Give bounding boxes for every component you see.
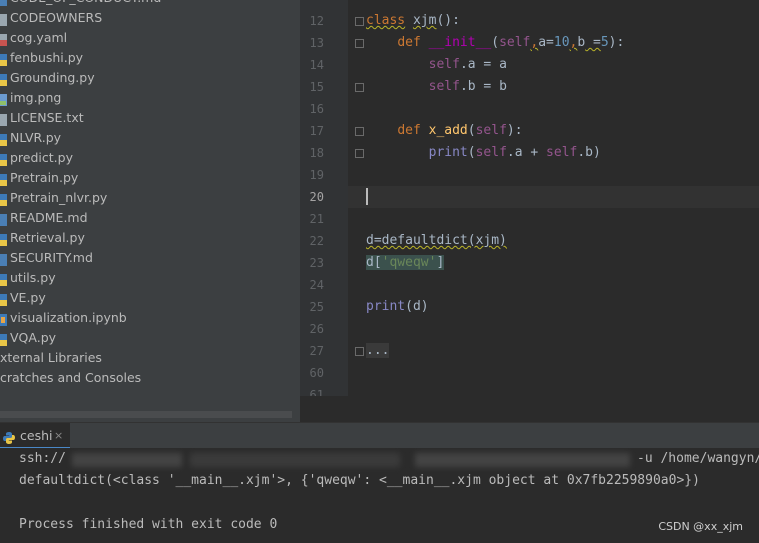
code-line-13[interactable]: def __init__(self,a=10,b =5): [366,32,759,54]
fold-toggle-icon[interactable] [355,347,364,356]
redacted-region [190,453,400,467]
line-number: 16 [309,102,324,116]
python-file-icon [0,232,7,246]
redacted-region [415,453,630,467]
python-file-icon [0,132,7,146]
code-line-15[interactable]: self.b = b [366,76,759,98]
line-number: 21 [309,212,324,226]
python-file-icon [0,152,7,166]
image-file-icon [0,92,7,106]
line-number: 14 [309,58,324,72]
yaml-file-icon [0,32,7,46]
fold-toggle-icon[interactable] [355,83,364,92]
text-file-icon [0,112,7,126]
line-number: 15 [309,80,324,94]
close-icon[interactable]: × [54,423,63,448]
redacted-region [72,453,182,467]
line-number: 60 [309,366,324,380]
line-number: 13 [309,36,324,50]
project-horizontal-scrollbar[interactable] [0,411,292,418]
python-icon [3,429,15,444]
project-tree-panel: CODE_OF_CONDUCT.md CODEOWNERS cog.yaml f… [0,0,300,422]
code-line-22[interactable]: d=defaultdict(xjm) [366,230,759,252]
line-number-current: 20 [309,190,324,204]
fold-toggle-icon[interactable] [355,127,364,136]
statement-highlight: d['qweqw'] [366,255,445,270]
console-line: ssh:// [19,451,66,466]
line-number: 18 [309,146,324,160]
python-file-icon [0,332,7,346]
code-line-27-folded[interactable]: ... [366,340,759,362]
line-number: 12 [309,14,324,28]
console-line: -u /home/wangyn/ [637,451,759,466]
fold-toggle-icon[interactable] [355,39,364,48]
markdown-file-icon [0,212,7,226]
console-line: defaultdict(<class '__main__.xjm'>, {'qw… [19,473,700,488]
fold-toggle-icon[interactable] [355,17,364,26]
code-line-25[interactable]: print(d) [366,296,759,318]
line-number: 61 [309,388,324,396]
console-line: Process finished with exit code 0 [19,517,278,532]
watermark: CSDN @xx_xjm [658,520,743,533]
line-number: 19 [309,168,324,182]
python-file-icon [0,72,7,86]
line-number: 27 [309,344,324,358]
code-line-14[interactable]: self.a = a [366,54,759,76]
code-line-23[interactable]: d['qweqw'] [366,252,759,274]
fold-toggle-icon[interactable] [355,149,364,158]
python-file-icon [0,272,7,286]
code-line-17[interactable]: def x_add(self): [366,120,759,142]
line-number: 17 [309,124,324,138]
folded-region[interactable]: ... [366,343,390,358]
line-number: 22 [309,234,324,248]
markdown-file-icon [0,0,7,6]
notebook-file-icon [0,312,7,326]
line-number: 26 [309,322,324,336]
text-caret [366,188,368,205]
text-file-icon [0,12,7,26]
line-number: 24 [309,278,324,292]
markdown-file-icon [0,252,7,266]
python-file-icon [0,52,7,66]
python-file-icon [0,192,7,206]
run-tab-ceshi[interactable]: ceshi × [0,423,70,449]
python-file-icon [0,172,7,186]
editor-bottom-area [300,396,759,422]
run-tool-window-header: ceshi × [0,422,759,449]
line-number: 25 [309,300,324,314]
current-line-highlight [348,186,759,208]
python-file-icon [0,292,7,306]
code-line-18[interactable]: print(self.a + self.b) [366,142,759,164]
line-number: 23 [309,256,324,270]
code-line-12[interactable]: class xjm(): [366,10,759,32]
